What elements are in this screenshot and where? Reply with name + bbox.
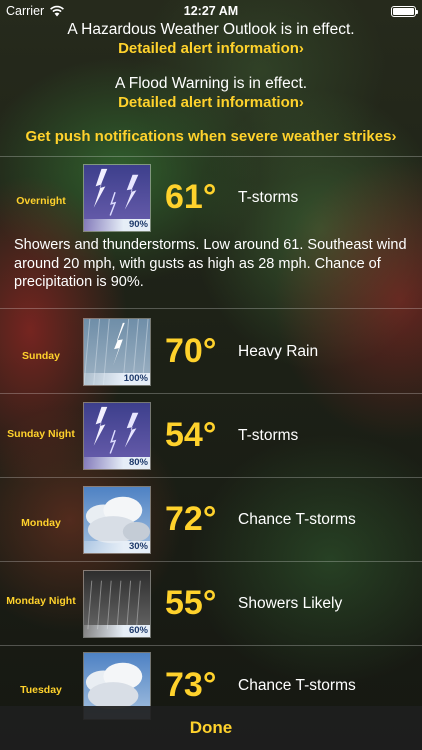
precip-chance: 100% xyxy=(123,373,148,384)
bottom-toolbar: Done xyxy=(0,706,422,750)
divider xyxy=(0,308,422,309)
temperature: 70° xyxy=(165,332,217,370)
period-label: Sunday xyxy=(22,350,60,362)
divider xyxy=(0,477,422,478)
alert-detail-link[interactable]: Detailed alert information› xyxy=(118,39,304,58)
wifi-icon xyxy=(50,5,65,17)
precip-chance: 30% xyxy=(128,541,148,552)
period-label: Overnight xyxy=(16,195,66,207)
forecast-row-monday[interactable]: Monday 30% 72° Chance T-storms xyxy=(0,480,422,562)
chance-thunderstorm-icon: 30% xyxy=(83,486,151,554)
forecast-row-sunday[interactable]: Sunday 100% 70° Heavy Rain xyxy=(0,312,422,394)
condition: Showers Likely xyxy=(238,595,343,612)
showers-icon: 60% xyxy=(83,570,151,638)
divider xyxy=(0,393,422,394)
condition: T-storms xyxy=(238,427,299,444)
forecast-row-sunday-night[interactable]: Sunday Night 80% 54° T-storms xyxy=(0,396,422,478)
period-label: Sunday Night xyxy=(7,428,75,440)
status-bar: Carrier 12:27 AM xyxy=(0,0,422,22)
divider xyxy=(0,156,422,157)
push-notifications-link[interactable]: Get push notifications when severe weath… xyxy=(0,128,422,145)
condition: Chance T-storms xyxy=(238,677,356,694)
period-label: Monday Night xyxy=(6,595,76,607)
temperature: 54° xyxy=(165,416,217,454)
battery-icon xyxy=(391,5,418,17)
temperature: 72° xyxy=(165,500,217,538)
alert-text: A Flood Warning is in effect. xyxy=(114,75,308,92)
alert-flood-warning: A Flood Warning is in effect. Detailed a… xyxy=(0,74,422,112)
thunderstorm-icon: 80% xyxy=(83,402,151,470)
heavy-rain-lightning-icon: 100% xyxy=(83,318,151,386)
carrier-label: Carrier xyxy=(6,4,45,18)
alert-text: A Hazardous Weather Outlook is in effect… xyxy=(67,21,355,38)
done-button[interactable]: Done xyxy=(190,718,233,738)
divider xyxy=(0,561,422,562)
alert-hazardous-weather: A Hazardous Weather Outlook is in effect… xyxy=(0,20,422,58)
temperature: 61° xyxy=(165,178,217,216)
condition: Chance T-storms xyxy=(238,511,356,528)
temperature: 55° xyxy=(165,584,217,622)
forecast-detail-text: Showers and thunderstorms. Low around 61… xyxy=(14,237,407,290)
divider xyxy=(0,645,422,646)
condition: Heavy Rain xyxy=(238,343,319,360)
forecast-row-overnight[interactable]: Overnight 90% 61° T-storms xyxy=(0,158,422,240)
forecast-row-monday-night[interactable]: Monday Night 60% 55° Showers Likely xyxy=(0,564,422,646)
precip-chance: 90% xyxy=(128,219,148,230)
precip-chance: 80% xyxy=(128,457,148,468)
temperature: 73° xyxy=(165,666,217,704)
alert-detail-link[interactable]: Detailed alert information› xyxy=(118,93,304,112)
period-label: Tuesday xyxy=(20,684,62,696)
period-label: Monday xyxy=(21,517,61,529)
thunderstorm-icon: 90% xyxy=(83,164,151,232)
condition: T-storms xyxy=(238,189,299,206)
precip-chance: 60% xyxy=(128,625,148,636)
